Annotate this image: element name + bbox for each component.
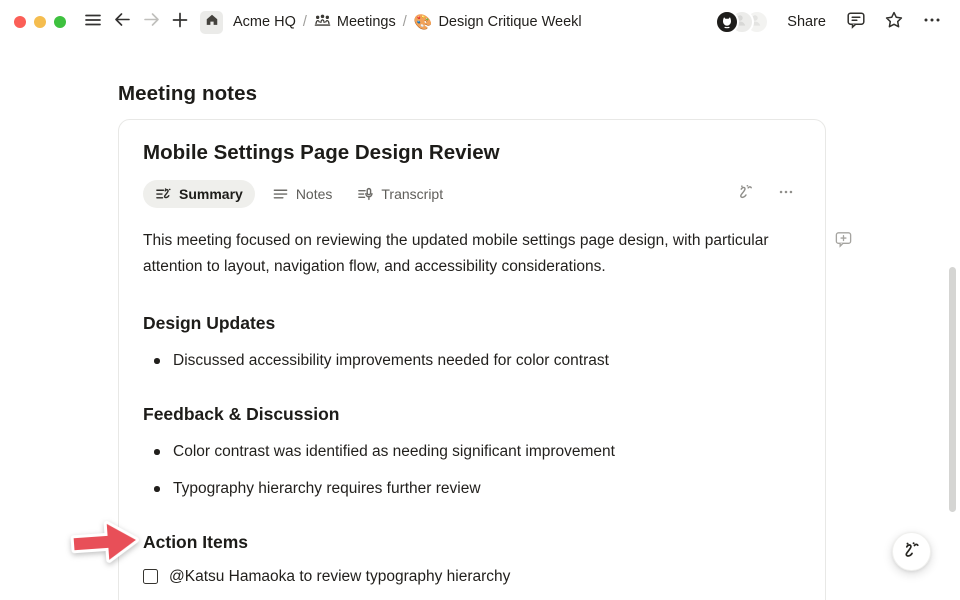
star-icon bbox=[884, 10, 904, 35]
tab-transcript[interactable]: Transcript bbox=[349, 180, 451, 208]
section-heading-feedback: Feedback & Discussion bbox=[143, 404, 801, 425]
close-window-button[interactable] bbox=[14, 16, 26, 28]
ai-icon[interactable] bbox=[736, 182, 755, 206]
breadcrumb-separator: / bbox=[303, 14, 307, 30]
more-options-button[interactable] bbox=[918, 8, 946, 36]
action-items-list: @Katsu Hamaoka to review typography hier… bbox=[143, 566, 801, 600]
add-comment-icon[interactable] bbox=[834, 230, 853, 254]
transcript-mic-icon bbox=[357, 186, 374, 203]
card-more-options-icon[interactable] bbox=[777, 183, 795, 206]
breadcrumb-workspace[interactable]: Acme HQ bbox=[229, 12, 300, 32]
tab-notes[interactable]: Notes bbox=[264, 180, 341, 208]
meeting-people-icon bbox=[314, 13, 331, 32]
minimize-window-button[interactable] bbox=[34, 16, 46, 28]
comments-button[interactable] bbox=[842, 8, 870, 36]
section-heading-action-items: Action Items bbox=[143, 532, 801, 553]
comment-bubble-icon bbox=[846, 10, 866, 35]
summary-intro-paragraph: This meeting focused on reviewing the up… bbox=[143, 228, 801, 280]
hamburger-icon bbox=[84, 11, 102, 34]
new-tab-button[interactable] bbox=[167, 9, 193, 35]
notes-lines-icon bbox=[272, 186, 289, 203]
todo-item: @Katsu Hamaoka to review typography hier… bbox=[143, 566, 801, 587]
ai-icon bbox=[901, 539, 922, 565]
ai-assistant-button[interactable] bbox=[892, 532, 931, 571]
meeting-card-title: Mobile Settings Page Design Review bbox=[143, 141, 801, 165]
list-item: Typography hierarchy requires further re… bbox=[143, 478, 801, 499]
list-item: Color contrast was identified as needing… bbox=[143, 441, 801, 462]
favorite-button[interactable] bbox=[880, 8, 908, 36]
breadcrumb-meetings[interactable]: Meetings bbox=[310, 11, 400, 34]
breadcrumb: Acme HQ / Meetings / 🎨 Design Critique W… bbox=[196, 11, 586, 34]
design-updates-list: Discussed accessibility improvements nee… bbox=[143, 350, 801, 371]
red-arrow-pointer bbox=[64, 511, 148, 572]
tab-transcript-label: Transcript bbox=[381, 186, 443, 202]
breadcrumb-current-page[interactable]: 🎨 Design Critique Weekl bbox=[410, 12, 586, 32]
todo-label: @Katsu Hamaoka to review typography hier… bbox=[169, 566, 510, 587]
forward-button[interactable] bbox=[138, 9, 164, 35]
window-titlebar: Acme HQ / Meetings / 🎨 Design Critique W… bbox=[0, 0, 960, 44]
ai-summary-icon bbox=[155, 186, 172, 203]
traffic-lights bbox=[14, 16, 66, 28]
arrow-right-icon bbox=[142, 10, 161, 34]
breadcrumb-meetings-label: Meetings bbox=[337, 14, 396, 30]
tab-summary[interactable]: Summary bbox=[143, 180, 255, 208]
home-icon bbox=[205, 13, 219, 31]
share-button[interactable]: Share bbox=[781, 11, 832, 33]
topbar-right-actions: Share bbox=[715, 8, 946, 36]
scrollbar-thumb[interactable] bbox=[949, 267, 956, 512]
viewer-avatars[interactable] bbox=[715, 10, 769, 34]
page-title: Meeting notes bbox=[118, 82, 960, 106]
section-heading-design-updates: Design Updates bbox=[143, 313, 801, 334]
ellipsis-icon bbox=[922, 10, 942, 35]
feedback-list: Color contrast was identified as needing… bbox=[143, 441, 801, 499]
breadcrumb-page-label: Design Critique Weekl bbox=[438, 14, 581, 30]
plus-icon bbox=[171, 11, 189, 34]
tab-notes-label: Notes bbox=[296, 186, 333, 202]
todo-checkbox[interactable] bbox=[143, 569, 158, 584]
back-button[interactable] bbox=[109, 9, 135, 35]
list-item: Discussed accessibility improvements nee… bbox=[143, 350, 801, 371]
zoom-window-button[interactable] bbox=[54, 16, 66, 28]
breadcrumb-workspace-label: Acme HQ bbox=[233, 14, 296, 30]
palette-emoji: 🎨 bbox=[414, 15, 433, 30]
meeting-tabs: Summary Notes Transcript bbox=[143, 180, 801, 208]
tab-summary-label: Summary bbox=[179, 186, 243, 202]
arrow-left-icon bbox=[113, 10, 132, 34]
sidebar-menu-button[interactable] bbox=[80, 9, 106, 35]
workspace-home-badge[interactable] bbox=[200, 11, 223, 34]
meeting-card: Mobile Settings Page Design Review Summa… bbox=[118, 119, 826, 600]
breadcrumb-separator: / bbox=[403, 14, 407, 30]
tabrow-actions bbox=[736, 182, 801, 206]
